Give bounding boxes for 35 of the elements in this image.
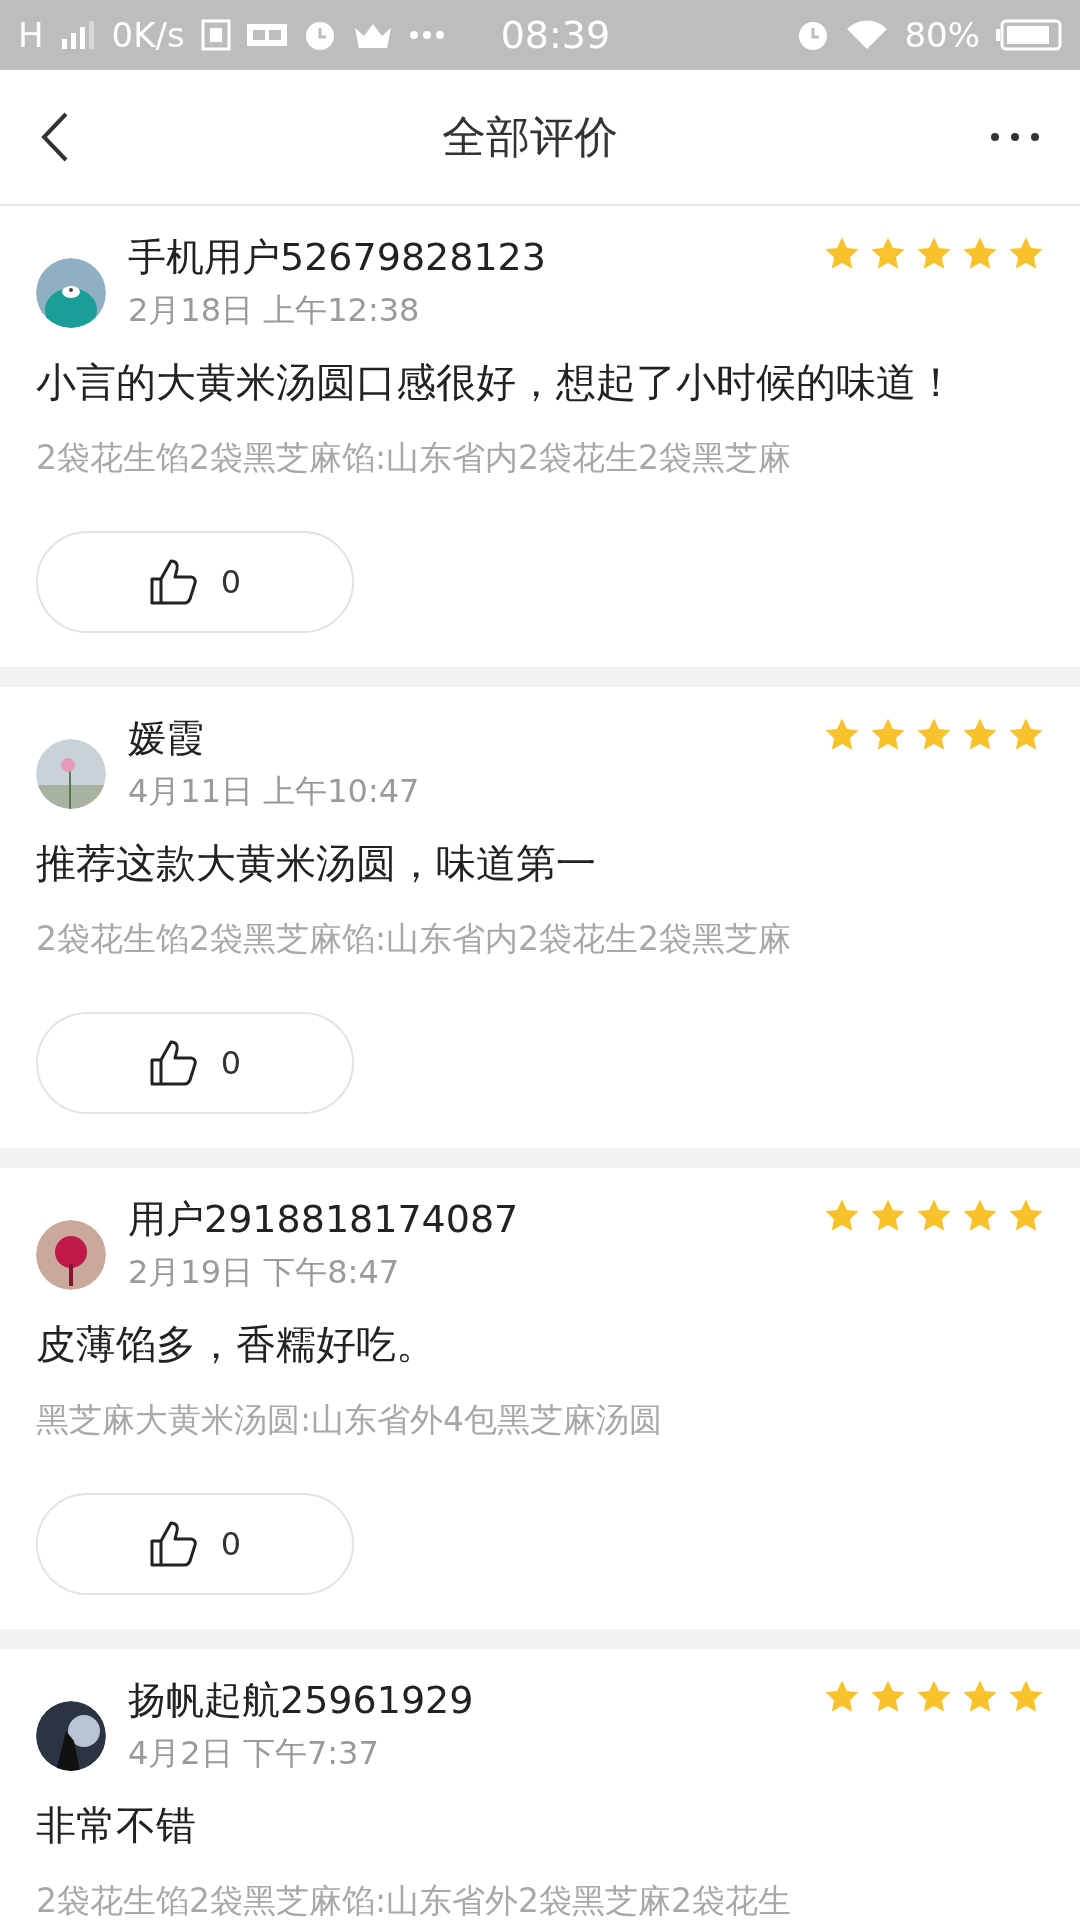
more-icon[interactable] (990, 132, 1040, 142)
review-date: 4月11日 上午10:47 (128, 771, 421, 812)
battery-percent: 80% (904, 15, 980, 55)
battery-icon (996, 19, 1062, 51)
back-icon[interactable] (40, 112, 70, 162)
product-variant: 2袋花生馅2袋黑芝麻馅:山东省外2袋黑芝麻2袋花生 (36, 1880, 793, 1920)
network-speed: 0K/s (111, 15, 185, 55)
like-button[interactable]: 0 (36, 1493, 354, 1595)
review-text: 皮薄馅多，香糯好吃。 (36, 1320, 437, 1369)
like-button[interactable]: 0 (36, 531, 354, 633)
like-button[interactable]: 0 (36, 1012, 354, 1114)
thumbs-up-icon (148, 1519, 199, 1569)
page-title: 全部评价 (442, 109, 618, 164)
review-date: 2月18日 上午12:38 (128, 290, 421, 331)
product-variant: 黑芝麻大黄米汤圆:山东省外4包黑芝麻汤圆 (36, 1399, 664, 1441)
product-variant: 2袋花生馅2袋黑芝麻馅:山东省内2袋花生2袋黑芝麻 (36, 437, 793, 479)
review-date: 2月19日 下午8:47 (128, 1252, 401, 1293)
user-name: 媛霞 (128, 715, 205, 762)
review-text: 非常不错 (36, 1801, 197, 1850)
wifi-icon (846, 19, 889, 51)
app-icon (200, 19, 231, 51)
review-text: 推荐这款大黄米汤圆，味道第一 (36, 839, 597, 888)
user-name: 手机用户52679828123 (128, 234, 547, 281)
thumbs-up-icon (148, 1038, 199, 1088)
user-name: 扬帆起航25961929 (128, 1677, 475, 1724)
more-icon (408, 30, 445, 40)
network-type: H (18, 15, 44, 55)
clock-time: 08:39 (500, 13, 611, 57)
news-icon (246, 22, 287, 48)
user-name: 用户2918818174087 (128, 1196, 520, 1243)
thumbs-up-icon (148, 557, 199, 607)
signal-icon (59, 21, 96, 49)
review-text: 小言的大黄米汤圆口感很好，想起了小时候的味道！ (36, 358, 957, 407)
review-date: 4月2日 下午7:37 (128, 1733, 380, 1774)
product-variant: 2袋花生馅2袋黑芝麻馅:山东省内2袋花生2袋黑芝麻 (36, 918, 793, 960)
